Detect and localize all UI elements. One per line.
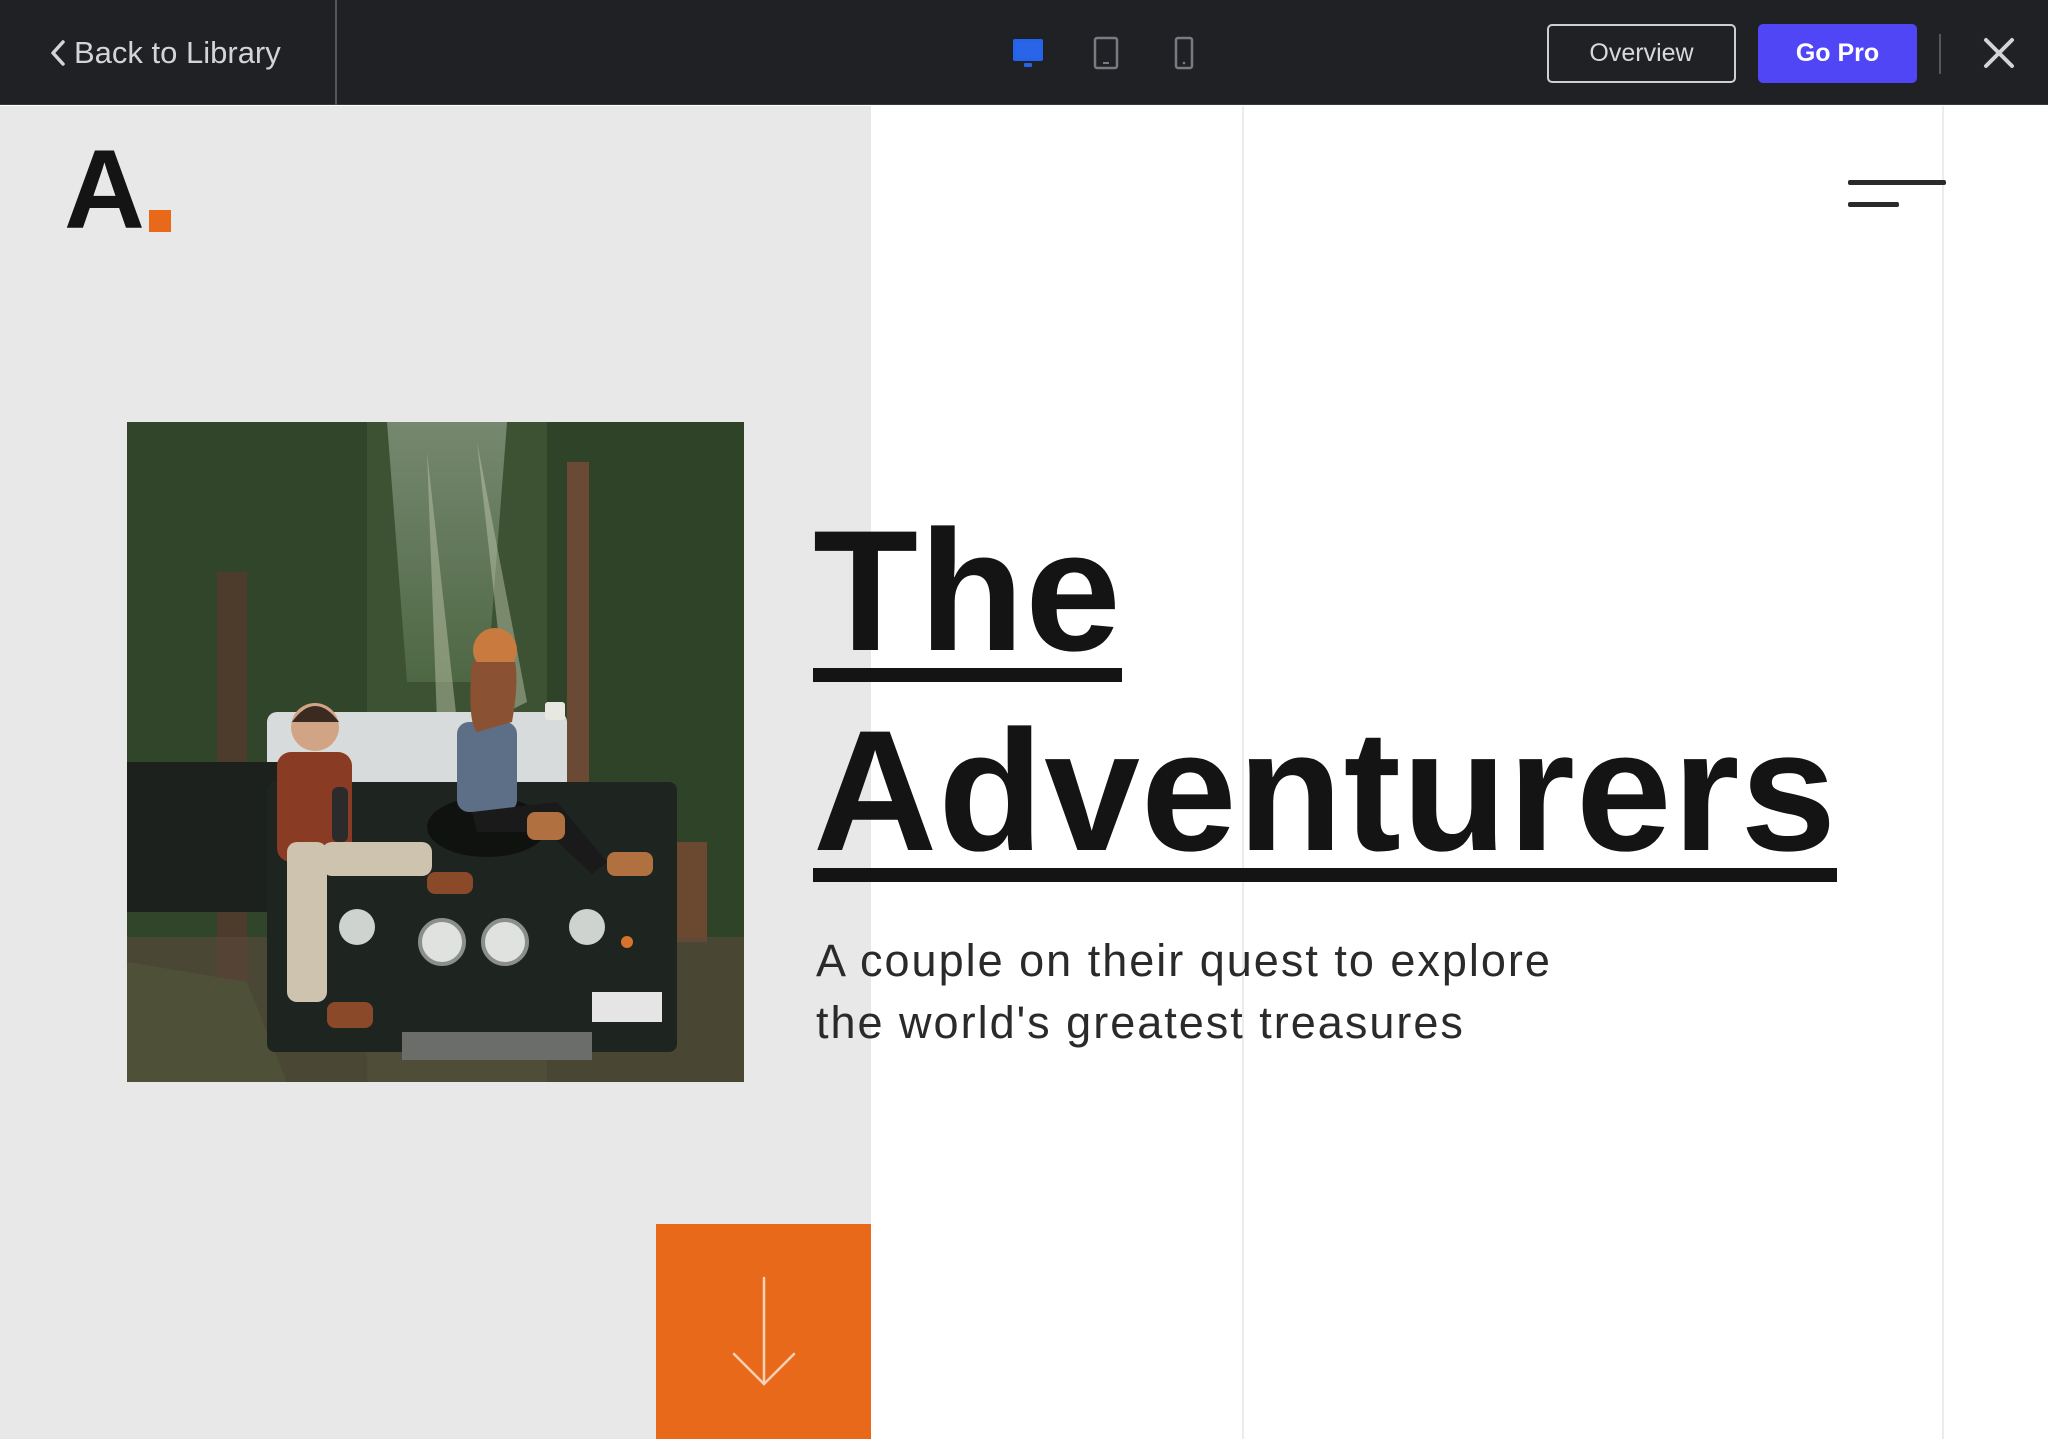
back-to-library-button[interactable]: Back to Library: [50, 0, 281, 105]
hero-subtitle: A couple on their quest to explore the w…: [816, 930, 1716, 1054]
back-label: Back to Library: [74, 34, 281, 70]
desktop-icon: [1013, 39, 1043, 67]
tablet-view-button[interactable]: [1088, 36, 1124, 70]
hamburger-menu-icon[interactable]: [1848, 180, 1948, 220]
hero-subtitle-line-2: the world's greatest treasures: [816, 997, 1465, 1048]
hero-title: The Adventurers: [813, 491, 1838, 891]
mobile-icon: [1174, 36, 1194, 70]
grid-guide-line: [1942, 106, 1944, 1439]
hero-subtitle-line-1: A couple on their quest to explore: [816, 935, 1552, 986]
arrow-down-icon: [732, 1276, 795, 1386]
close-icon: [1984, 38, 2014, 68]
close-preview-button[interactable]: [1978, 32, 2020, 74]
hero-title-line-1: The: [813, 495, 1122, 687]
tablet-icon: [1093, 36, 1119, 70]
scroll-down-button[interactable]: [656, 1224, 871, 1439]
menu-line: [1848, 180, 1946, 185]
logo-accent-dot: [148, 210, 171, 232]
template-preview: A The Adventurers A couple on their ques…: [0, 106, 2048, 1439]
site-logo[interactable]: A: [64, 134, 171, 246]
toolbar-divider: [335, 0, 337, 105]
chevron-left-icon: [51, 39, 65, 66]
mobile-view-button[interactable]: [1166, 36, 1202, 70]
hero-photo-illustration: [127, 422, 744, 1082]
toolbar-separator: [1939, 34, 1941, 74]
menu-line: [1848, 202, 1899, 207]
preview-toolbar: Back to Library Overview Go Pro: [0, 0, 2048, 105]
hero-image: [127, 422, 744, 1082]
hero-title-line-2: Adventurers: [813, 695, 1838, 887]
overview-button[interactable]: Overview: [1547, 24, 1736, 83]
device-switcher: [1010, 36, 1202, 70]
go-pro-button[interactable]: Go Pro: [1758, 24, 1917, 83]
logo-letter: A: [64, 127, 145, 252]
desktop-view-button[interactable]: [1010, 36, 1046, 70]
